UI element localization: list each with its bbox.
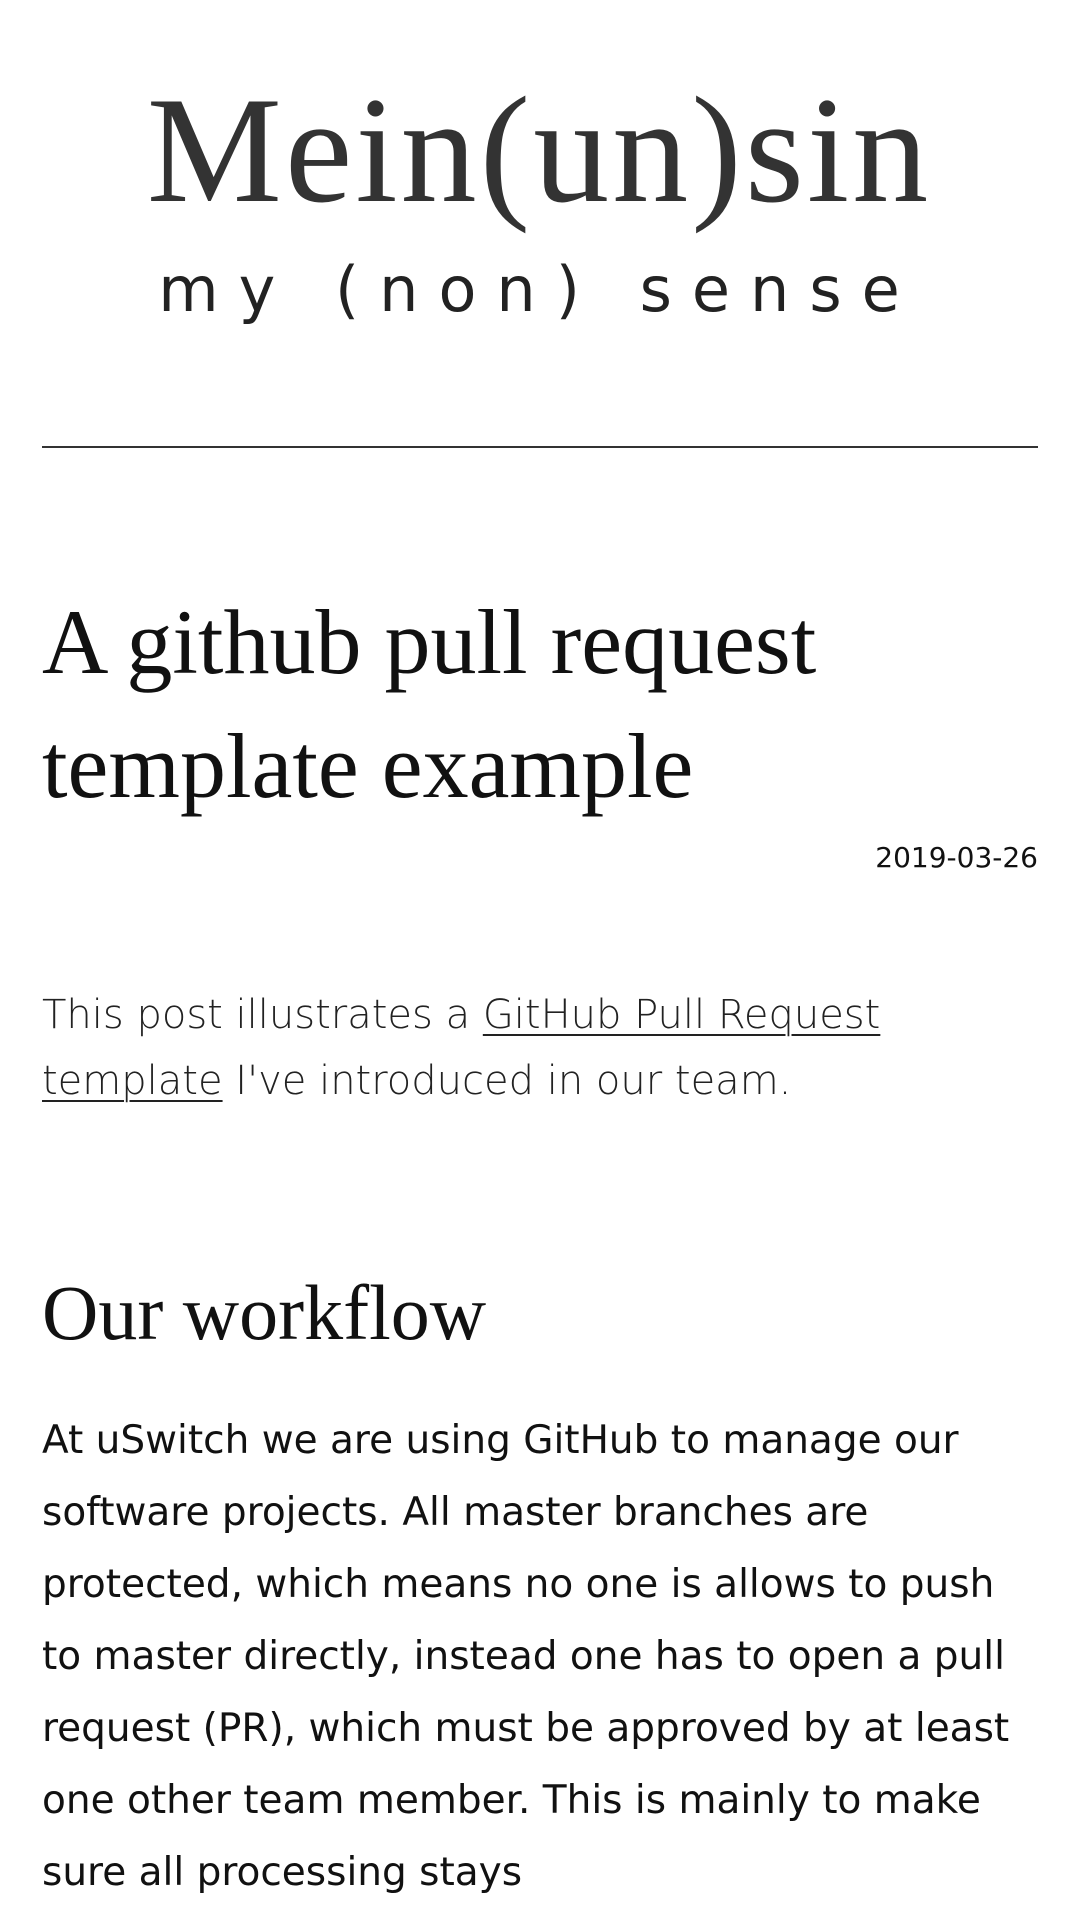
section-heading-workflow: Our workflow [42,1269,487,1356]
site-title[interactable]: Mein(un)sin [0,70,1078,230]
site-tagline: my (non) sense [158,253,920,326]
intro-text-before: This post illustrates a [42,992,483,1038]
page: Mein(un)sin my (non) sense A github pull… [0,0,1078,1918]
header-divider [42,446,1038,448]
post-intro: This post illustrates a GitHub Pull Requ… [42,982,1038,1114]
section-body-text: At uSwitch we are using GitHub to manage… [42,1418,1010,1895]
post-date: 2019-03-26 [875,841,1038,874]
intro-text-after: I've introduced in our team. [222,1058,792,1104]
post-title: A github pull request template example [42,591,817,817]
